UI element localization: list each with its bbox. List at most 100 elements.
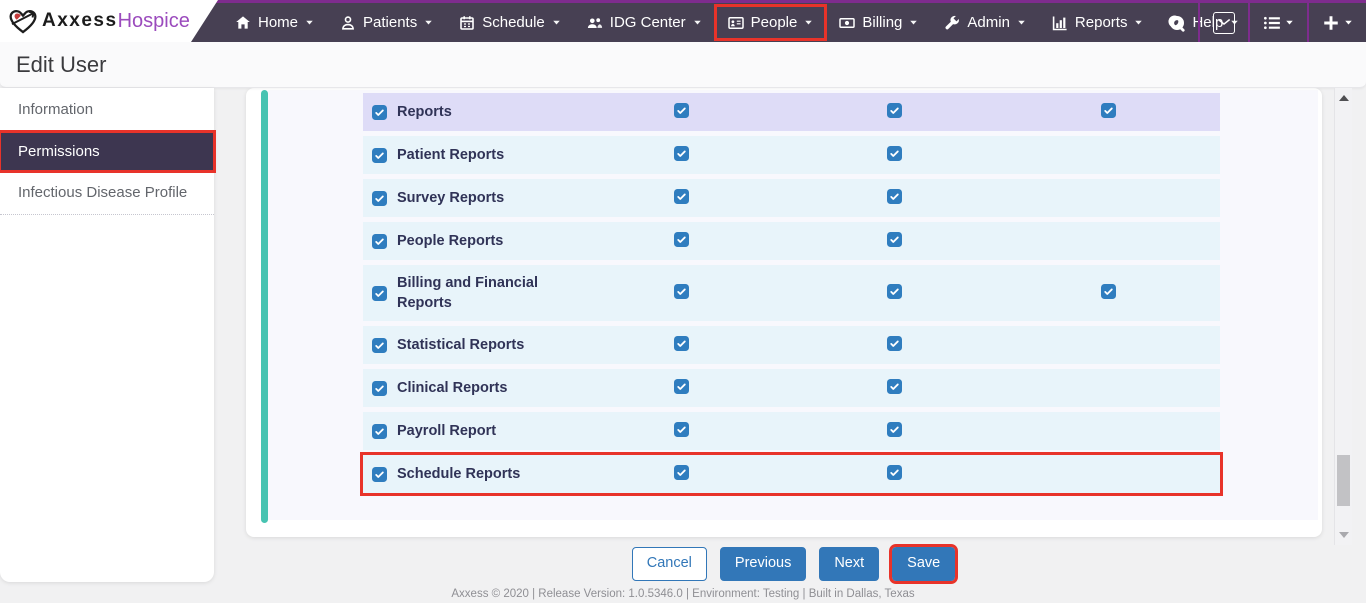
chevron-down-icon — [1134, 18, 1143, 27]
check-icon — [374, 469, 385, 480]
permission-checkbox[interactable] — [372, 105, 387, 120]
permission-checkbox-col2[interactable] — [887, 189, 902, 204]
permission-checkbox[interactable] — [372, 234, 387, 249]
heart-key-logo-icon — [8, 8, 38, 35]
vertical-scrollbar[interactable] — [1334, 88, 1352, 545]
permission-checkbox[interactable] — [372, 148, 387, 163]
check-icon — [374, 383, 385, 394]
scroll-up-arrow-icon[interactable] — [1339, 95, 1349, 101]
chart-icon — [1052, 15, 1068, 31]
sidebar-item-information[interactable]: Information — [0, 88, 214, 132]
nav-item-reports[interactable]: Reports — [1041, 7, 1155, 38]
chevron-down-icon — [1344, 18, 1353, 27]
brand-product: Hospice — [118, 10, 190, 33]
nav-item-people[interactable]: People — [717, 7, 825, 38]
next-button[interactable]: Next — [819, 547, 879, 580]
check-icon — [889, 191, 900, 202]
permission-row-schedule-reports: Schedule Reports — [363, 455, 1220, 493]
nav-item-patients[interactable]: Patients — [329, 7, 444, 38]
permission-label: Schedule Reports — [397, 464, 520, 484]
permission-checkbox-col2[interactable] — [887, 379, 902, 394]
check-icon — [676, 105, 687, 116]
brand-logo[interactable]: AxxessHospice — [0, 0, 218, 42]
permission-checkbox-col2[interactable] — [887, 336, 902, 351]
permission-checkbox[interactable] — [372, 338, 387, 353]
permission-checkbox-col3[interactable] — [1101, 284, 1116, 299]
chevron-down-icon — [1017, 18, 1026, 27]
form-actions: Cancel Previous Next Save — [246, 547, 1341, 581]
chevron-down-icon — [305, 18, 314, 27]
permission-checkbox-col1[interactable] — [674, 232, 689, 247]
check-icon — [374, 236, 385, 247]
permission-row-billing-and-financial-reports: Billing and Financial Reports — [363, 265, 1220, 321]
check-icon — [676, 467, 687, 478]
list-button[interactable] — [1250, 3, 1307, 42]
nav-item-schedule[interactable]: Schedule — [448, 7, 572, 38]
check-icon — [889, 148, 900, 159]
check-icon — [889, 467, 900, 478]
scrollbar-thumb[interactable] — [1337, 455, 1350, 506]
permission-label: Patient Reports — [397, 145, 504, 165]
permission-checkbox-col2[interactable] — [887, 103, 902, 118]
scroll-down-arrow-icon[interactable] — [1339, 532, 1349, 538]
permission-row-survey-reports: Survey Reports — [363, 179, 1220, 217]
check-icon — [374, 193, 385, 204]
permission-checkbox-col1[interactable] — [674, 336, 689, 351]
nav-item-label: Patients — [363, 14, 417, 31]
chevron-down-icon — [424, 18, 433, 27]
nav-item-idg-center[interactable]: IDG Center — [576, 7, 713, 38]
sidebar-item-infectious-disease-profile[interactable]: Infectious Disease Profile — [0, 171, 214, 215]
permission-checkbox-col1[interactable] — [674, 189, 689, 204]
check-icon — [676, 148, 687, 159]
nav-item-label: People — [751, 14, 798, 31]
permission-checkbox-col1[interactable] — [674, 146, 689, 161]
permission-checkbox-col3[interactable] — [1101, 103, 1116, 118]
envelope-button[interactable] — [1200, 3, 1248, 42]
chevron-down-icon — [693, 18, 702, 27]
check-icon — [374, 107, 385, 118]
permission-checkbox-col1[interactable] — [674, 379, 689, 394]
check-icon — [676, 191, 687, 202]
chevron-down-icon — [909, 18, 918, 27]
check-icon — [676, 424, 687, 435]
plus-button[interactable] — [1309, 3, 1366, 42]
permission-checkbox[interactable] — [372, 191, 387, 206]
calendar-icon — [459, 15, 475, 31]
permission-checkbox[interactable] — [372, 424, 387, 439]
permission-label: People Reports — [397, 231, 503, 251]
check-icon — [889, 234, 900, 245]
permission-row-reports: Reports — [363, 93, 1220, 131]
nav-item-label: Admin — [967, 14, 1010, 31]
home-icon — [235, 15, 251, 31]
permission-label: Clinical Reports — [397, 378, 507, 398]
permission-checkbox[interactable] — [372, 467, 387, 482]
person-icon — [340, 15, 356, 31]
cancel-button[interactable]: Cancel — [632, 547, 707, 580]
permission-checkbox-col1[interactable] — [674, 284, 689, 299]
permission-checkbox-col1[interactable] — [674, 103, 689, 118]
nav-item-admin[interactable]: Admin — [933, 7, 1037, 38]
permission-checkbox-col1[interactable] — [674, 465, 689, 480]
permission-checkbox-col2[interactable] — [887, 422, 902, 437]
permission-checkbox[interactable] — [372, 286, 387, 301]
check-icon — [889, 424, 900, 435]
permission-checkbox-col1[interactable] — [674, 422, 689, 437]
search-button[interactable] — [1154, 3, 1198, 42]
check-icon — [374, 340, 385, 351]
chevron-down-icon — [1285, 18, 1294, 27]
nav-item-home[interactable]: Home — [224, 7, 325, 38]
permission-checkbox-col2[interactable] — [887, 232, 902, 247]
permission-checkbox[interactable] — [372, 381, 387, 396]
nav-item-label: Billing — [862, 14, 902, 31]
wrench-icon — [944, 15, 960, 31]
previous-button[interactable]: Previous — [720, 547, 806, 580]
check-icon — [676, 234, 687, 245]
permission-checkbox-col2[interactable] — [887, 146, 902, 161]
check-icon — [374, 288, 385, 299]
sidebar-item-permissions[interactable]: Permissions — [0, 132, 214, 171]
edit-user-sidebar: Information Permissions Infectious Disea… — [0, 88, 214, 582]
save-button[interactable]: Save — [892, 547, 955, 580]
nav-item-billing[interactable]: Billing — [828, 7, 929, 38]
permission-checkbox-col2[interactable] — [887, 284, 902, 299]
permission-checkbox-col2[interactable] — [887, 465, 902, 480]
